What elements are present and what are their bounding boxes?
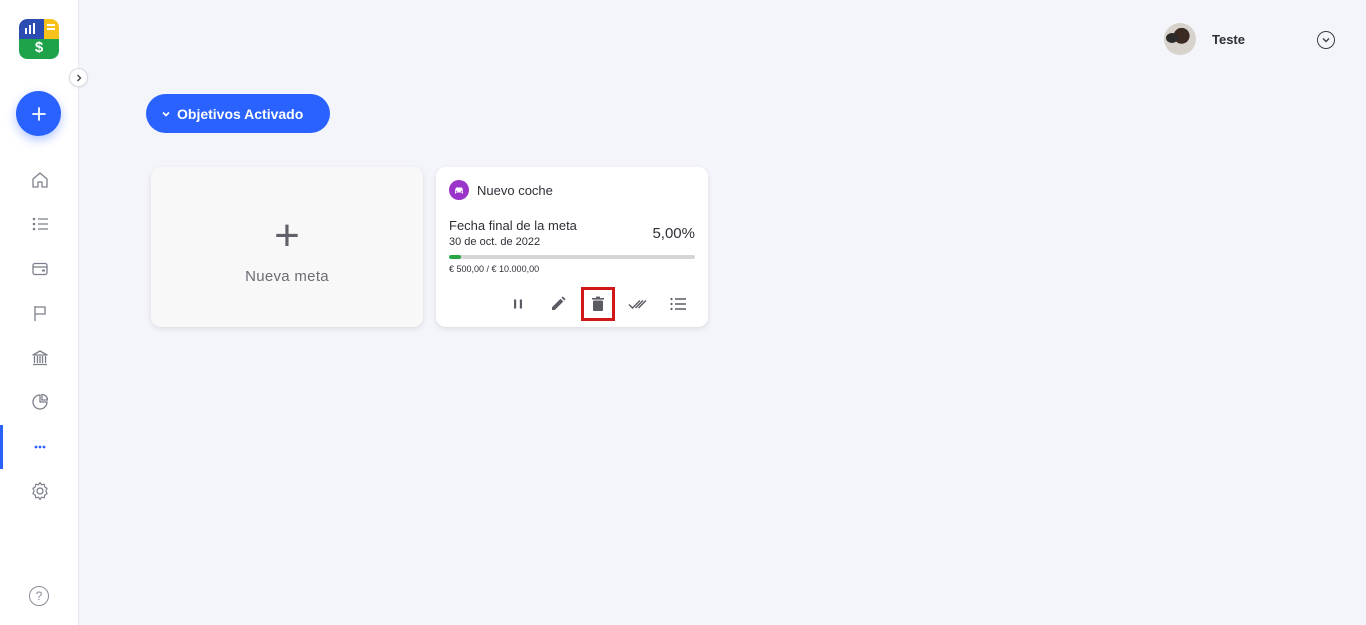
list-icon — [670, 297, 686, 311]
car-icon — [449, 180, 469, 200]
goal-progress-fill — [449, 255, 462, 259]
edit-icon — [552, 296, 566, 310]
sidebar-item-transactions[interactable] — [0, 202, 79, 246]
flag-icon — [33, 306, 46, 321]
sidebar-item-more[interactable] — [0, 425, 79, 469]
edit-button[interactable] — [538, 284, 578, 324]
pause-icon — [514, 299, 522, 309]
more-icon — [34, 445, 45, 449]
sidebar-item-wallets[interactable] — [0, 247, 79, 291]
user-profile[interactable]: Teste — [1164, 23, 1245, 55]
chevron-down-icon — [1322, 38, 1330, 43]
goal-progress-bar — [449, 255, 695, 259]
goal-end-date: 30 de oct. de 2022 — [449, 236, 541, 248]
pie-chart-icon — [31, 393, 48, 410]
sidebar-item-goals[interactable] — [0, 291, 79, 335]
trash-icon — [592, 296, 604, 311]
mark-done-button[interactable] — [618, 284, 658, 324]
sidebar-collapse-button[interactable] — [69, 68, 88, 87]
list-button[interactable] — [658, 284, 698, 324]
sidebar-item-settings[interactable] — [0, 469, 79, 513]
sidebar-item-banks[interactable] — [0, 336, 79, 380]
user-name: Teste — [1212, 31, 1245, 47]
goal-card[interactable]: Nuevo coche Fecha final de la meta 30 de… — [436, 167, 708, 327]
sidebar: $ ? — [0, 0, 79, 625]
goal-actions — [498, 284, 698, 324]
sidebar-item-reports[interactable] — [0, 380, 79, 424]
delete-button[interactable] — [578, 284, 618, 324]
add-button[interactable] — [16, 91, 61, 136]
pause-button[interactable] — [498, 284, 538, 324]
plus-icon: + — [274, 210, 300, 260]
bank-icon — [31, 350, 48, 366]
chevron-down-icon — [162, 111, 170, 117]
wallet-icon — [31, 262, 48, 276]
user-menu-button[interactable] — [1317, 31, 1335, 49]
plus-icon — [31, 106, 46, 121]
help-button[interactable]: ? — [29, 586, 49, 606]
sidebar-item-home[interactable] — [0, 158, 79, 202]
new-goal-label: Nueva meta — [245, 267, 329, 285]
goal-end-date-label: Fecha final de la meta — [449, 218, 577, 233]
goal-amount: € 500,00 / € 10.000,00 — [449, 264, 540, 274]
home-icon — [31, 172, 48, 188]
help-icon: ? — [35, 589, 43, 603]
goal-name: Nuevo coche — [477, 182, 553, 198]
gear-icon — [31, 481, 48, 501]
goal-percent: 5,00% — [652, 225, 695, 242]
app-logo[interactable]: $ — [19, 19, 59, 59]
goals-filter-button[interactable]: Objetivos Activado — [146, 94, 330, 133]
list-icon — [32, 217, 48, 231]
avatar — [1164, 23, 1196, 55]
mark-done-icon — [628, 300, 647, 309]
filter-label: Objetivos Activado — [177, 105, 304, 122]
new-goal-card[interactable]: + Nueva meta — [151, 167, 423, 327]
chevron-right-icon — [76, 74, 81, 81]
